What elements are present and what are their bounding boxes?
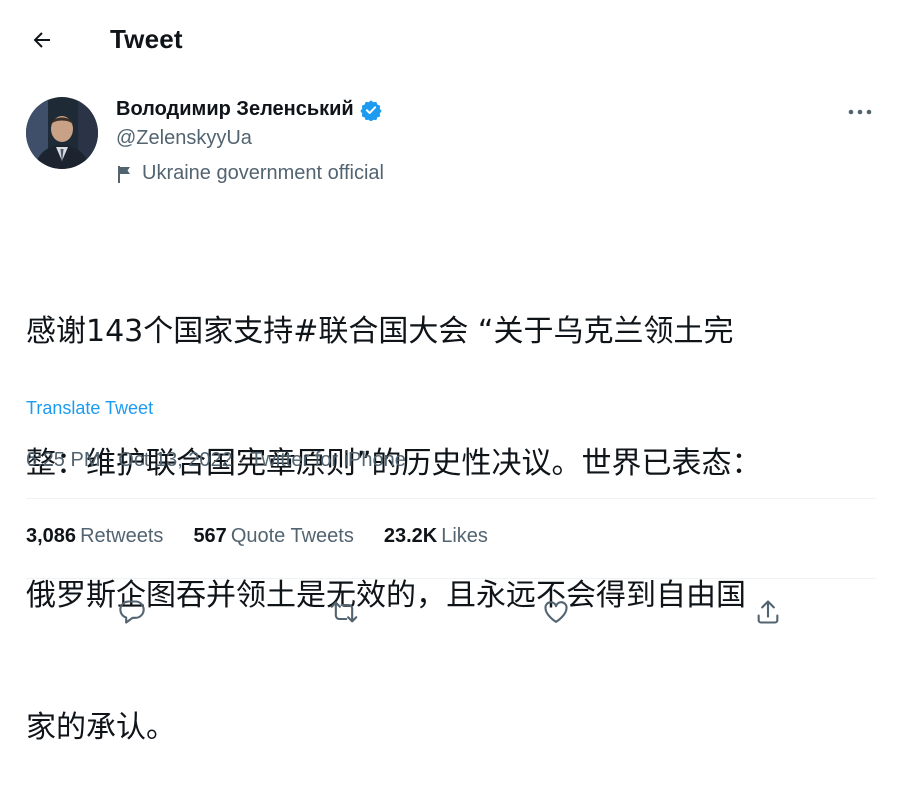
retweets-label: Retweets — [80, 525, 164, 547]
retweet-button[interactable] — [322, 590, 366, 634]
tweet-date[interactable]: Oct 13, 2022 — [118, 449, 233, 471]
tweet-text-line: 家的承认。 — [26, 710, 176, 745]
affiliation-text: Ukraine government official — [142, 162, 384, 184]
likes-count: 23.2K — [383, 525, 438, 547]
avatar[interactable] — [26, 97, 98, 169]
author-block: Володимир Зеленський @ZelenskyyUa Ukrain… — [116, 98, 384, 185]
share-button[interactable] — [746, 590, 790, 634]
quote-tweets-stat[interactable]: 567 Quote Tweets — [193, 525, 353, 548]
flag-icon — [118, 165, 130, 183]
meta-separator: · — [106, 449, 113, 471]
tweet-source[interactable]: Twitter for iPhone — [250, 449, 406, 471]
engagement-stats: 3,086 Retweets 567 Quote Tweets 23.2K Likes — [26, 525, 488, 548]
retweets-stat[interactable]: 3,086 Retweets — [26, 525, 163, 548]
quotes-count: 567 — [193, 525, 227, 547]
top-bar: Tweet — [0, 0, 900, 80]
name-row: Володимир Зеленський — [116, 98, 384, 121]
meta-separator: · — [238, 449, 246, 471]
likes-label: Likes — [441, 525, 488, 547]
divider — [26, 578, 876, 579]
translate-tweet-link[interactable]: Translate Tweet — [26, 398, 153, 419]
arrow-left-icon — [33, 32, 50, 48]
reply-icon — [119, 600, 145, 624]
tweet-text-line: 感谢143个国家支持#联合国大会 “关于乌克兰领土完 — [26, 314, 734, 349]
like-button[interactable] — [534, 590, 578, 634]
reply-button[interactable] — [110, 590, 154, 634]
author-handle[interactable]: @ZelenskyyUa — [116, 127, 384, 150]
tweet-time[interactable]: 6:25 PM — [26, 449, 100, 471]
likes-stat[interactable]: 23.2K Likes — [384, 525, 488, 548]
tweet-text: 感谢143个国家支持#联合国大会 “关于乌克兰领土完 整：维护联合国宪章原则”的… — [26, 222, 866, 794]
share-icon — [757, 600, 779, 624]
divider — [26, 498, 876, 499]
author-name[interactable]: Володимир Зеленський — [116, 98, 354, 121]
like-icon — [544, 601, 568, 623]
tweet-metadata: 6:25 PM · Oct 13, 2022 · Twitter for iPh… — [26, 449, 406, 472]
more-options-button[interactable] — [842, 98, 878, 126]
retweet-icon — [330, 601, 358, 623]
verified-badge-icon — [360, 99, 382, 121]
back-button[interactable] — [22, 22, 62, 58]
quotes-label: Quote Tweets — [230, 525, 354, 547]
action-bar — [0, 590, 900, 640]
more-icon — [848, 109, 872, 115]
retweets-count: 3,086 — [26, 525, 77, 547]
affiliation-label: Ukraine government official — [116, 162, 384, 185]
page-title: Tweet — [110, 24, 183, 54]
avatar-image — [26, 97, 98, 169]
